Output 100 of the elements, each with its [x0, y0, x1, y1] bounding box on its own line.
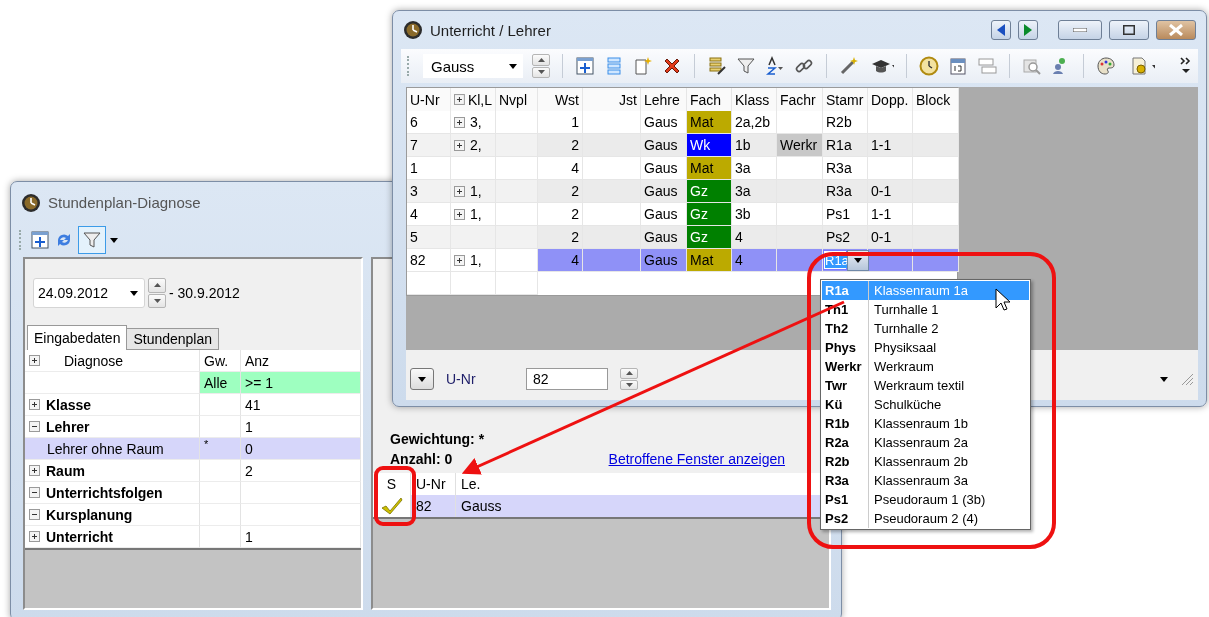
expand-icon[interactable] [454, 116, 465, 128]
field-label: U-Nr [446, 371, 477, 387]
minimize-button[interactable] [1058, 20, 1102, 40]
wand-icon[interactable] [839, 56, 859, 76]
sort-icon[interactable] [765, 56, 785, 76]
tree-item[interactable]: Unterrichtsfolgen [46, 484, 163, 501]
column-header[interactable]: Fach [687, 88, 732, 111]
table-cell: R2b [823, 111, 868, 134]
filter-cell[interactable]: >= 1 [241, 372, 361, 394]
table-cell: Werkr [777, 134, 823, 157]
collapse-icon[interactable] [29, 421, 40, 432]
check-icon[interactable] [380, 497, 403, 515]
subject-cell: Wk [687, 134, 732, 157]
spin-up-button[interactable] [532, 54, 550, 66]
teacher-combo[interactable]: Gauss [423, 54, 523, 78]
up-arrow-icon [625, 371, 633, 376]
spin-up-button[interactable] [148, 278, 166, 293]
expand-icon[interactable] [29, 531, 40, 542]
mouse-pointer-icon [995, 288, 1011, 312]
column-header[interactable]: Kl,L [451, 88, 496, 111]
edit-list-icon[interactable] [707, 56, 727, 76]
table-cell [583, 180, 641, 203]
filter-icon[interactable] [82, 230, 102, 250]
table-cell: R3a [823, 180, 868, 203]
delete-icon[interactable] [662, 56, 682, 76]
table-cell: Gaus [641, 226, 687, 249]
close-button[interactable] [1156, 20, 1196, 40]
palette-icon[interactable] [1096, 56, 1116, 76]
table-cell: 1 [241, 526, 361, 548]
search-icon[interactable] [1022, 56, 1042, 76]
date-picker[interactable]: 24.09.2012 [33, 278, 145, 308]
table-cell: 2 [538, 180, 583, 203]
table-cell [583, 157, 641, 180]
grid-icon[interactable] [575, 56, 595, 76]
caret-icon [130, 290, 138, 296]
table-cell: 0-1 [868, 226, 913, 249]
column-header[interactable]: Dopp. [868, 88, 913, 111]
clock-icon[interactable] [919, 56, 939, 76]
column-header[interactable]: Stamr [823, 88, 868, 111]
right-arrow-icon [1024, 24, 1032, 36]
maximize-button[interactable] [1109, 20, 1149, 40]
filter-icon[interactable] [736, 56, 756, 76]
expand-icon[interactable] [29, 399, 40, 410]
expand-icon[interactable] [454, 94, 465, 105]
calendar-icon[interactable] [948, 56, 968, 76]
collapse-icon[interactable] [29, 487, 40, 498]
column-header[interactable]: Lehre [641, 88, 687, 111]
new-document-icon[interactable] [633, 56, 653, 76]
expand-icon[interactable] [454, 185, 465, 197]
table-cell [777, 180, 823, 203]
tree-item[interactable]: Lehrer [46, 418, 90, 435]
table-cell: 1, [470, 252, 482, 268]
collapse-icon[interactable] [29, 509, 40, 520]
caret-icon[interactable] [1160, 376, 1168, 382]
table-cell: 6 [407, 111, 451, 134]
column-header[interactable]: Fachr [777, 88, 823, 111]
dropdown-button[interactable] [410, 368, 434, 390]
column-header[interactable]: U-Nr [407, 88, 451, 111]
down-arrow-icon [153, 298, 161, 303]
column-header[interactable]: Klass [732, 88, 777, 111]
column-header[interactable]: Block [913, 88, 959, 111]
filter-cell[interactable]: Alle [200, 372, 241, 394]
grid-icon[interactable] [30, 230, 50, 250]
previous-button[interactable] [991, 20, 1011, 40]
expand-icon[interactable] [29, 465, 40, 476]
caret-icon[interactable] [110, 237, 118, 243]
spin-down-button[interactable] [148, 293, 166, 308]
spin-down-button[interactable] [532, 66, 550, 78]
table-cell: * [204, 438, 209, 450]
table-cell: Gaus [641, 134, 687, 157]
table-cell: 0-1 [868, 180, 913, 203]
spin-down-button[interactable] [620, 379, 638, 390]
resize-grip-icon[interactable] [1180, 372, 1194, 386]
subject-cell: Gz [687, 180, 732, 203]
table-cell [913, 134, 959, 157]
column-header[interactable]: Wst [538, 88, 583, 111]
tab[interactable]: Stundenplan [126, 328, 220, 350]
table-cell: 3 [407, 180, 451, 203]
table-cell: 2 [538, 226, 583, 249]
next-button[interactable] [1018, 20, 1038, 40]
number-field[interactable]: 82 [526, 368, 608, 390]
tree-item[interactable]: Unterricht [46, 528, 113, 545]
tab[interactable]: Eingabedaten [27, 325, 128, 350]
show-windows-link[interactable]: Betroffene Fenster anzeigen [608, 451, 785, 467]
tree-item[interactable]: Kursplanung [46, 506, 133, 523]
table-cell [777, 111, 823, 134]
table-cell: 2 [538, 203, 583, 226]
expand-icon[interactable] [29, 355, 40, 366]
weighting-label: Gewichtung: * [390, 431, 486, 447]
column-header[interactable]: Jst [583, 88, 641, 111]
column-header[interactable]: Diagnose [64, 352, 124, 369]
tree-item[interactable]: Raum [46, 462, 85, 479]
tree-item[interactable]: Klasse [46, 396, 92, 413]
expand-icon[interactable] [454, 254, 465, 266]
expand-icon[interactable] [454, 208, 465, 220]
column-header[interactable]: Nvpl [496, 88, 538, 111]
table-cell [913, 226, 959, 249]
up-arrow-icon [153, 283, 161, 288]
spin-up-button[interactable] [620, 368, 638, 379]
expand-icon[interactable] [454, 139, 465, 151]
